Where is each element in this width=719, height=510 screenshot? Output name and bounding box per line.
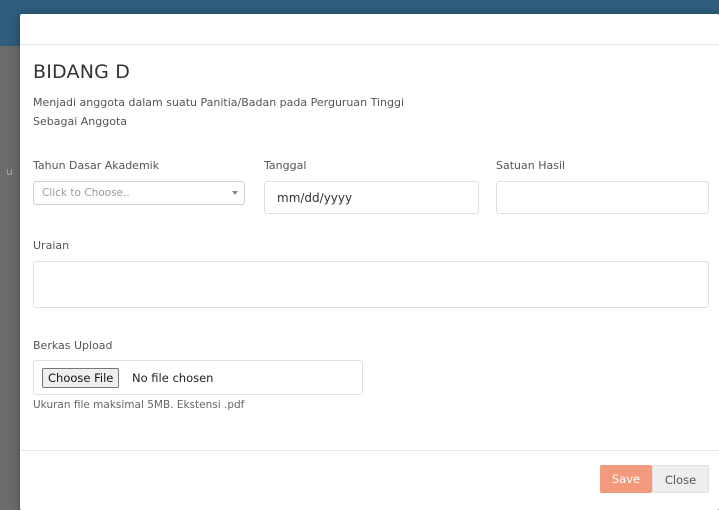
tanggal-date-input[interactable]: mm/dd/yyyy [264, 181, 479, 214]
satuan-input[interactable] [496, 181, 709, 214]
tahun-select-placeholder: Click to Choose.. [42, 187, 130, 199]
modal-title: BIDANG D [33, 61, 131, 83]
background-text: u [6, 165, 13, 178]
berkas-label: Berkas Upload [33, 339, 113, 352]
tanggal-label: Tanggal [264, 159, 307, 172]
modal-description: Menjadi anggota dalam suatu Panitia/Bada… [33, 93, 404, 131]
description-line-1: Menjadi anggota dalam suatu Panitia/Bada… [33, 96, 405, 109]
tanggal-date-value: mm/dd/yyyy [277, 191, 353, 205]
modal-dialog: BIDANG D Menjadi anggota dalam suatu Pan… [20, 14, 719, 510]
choose-file-button[interactable]: Choose File [42, 368, 120, 388]
footer-divider [20, 450, 719, 451]
file-upload-field[interactable]: Choose File No file chosen [33, 360, 363, 395]
chevron-down-icon [232, 191, 238, 195]
save-button[interactable]: Save [600, 465, 652, 493]
tahun-select[interactable]: Click to Choose.. [33, 181, 245, 205]
no-file-text: No file chosen [132, 371, 214, 385]
description-line-2: Sebagai Anggota [33, 115, 127, 128]
uraian-label: Uraian [33, 239, 70, 252]
satuan-label: Satuan Hasil [496, 159, 566, 172]
close-button[interactable]: Close [652, 465, 709, 493]
uraian-input[interactable] [33, 261, 709, 308]
tahun-label: Tahun Dasar Akademik [33, 159, 160, 172]
file-hint: Ukuran file maksimal 5MB. Ekstensi .pdf [33, 399, 245, 411]
modal-header [20, 14, 719, 45]
